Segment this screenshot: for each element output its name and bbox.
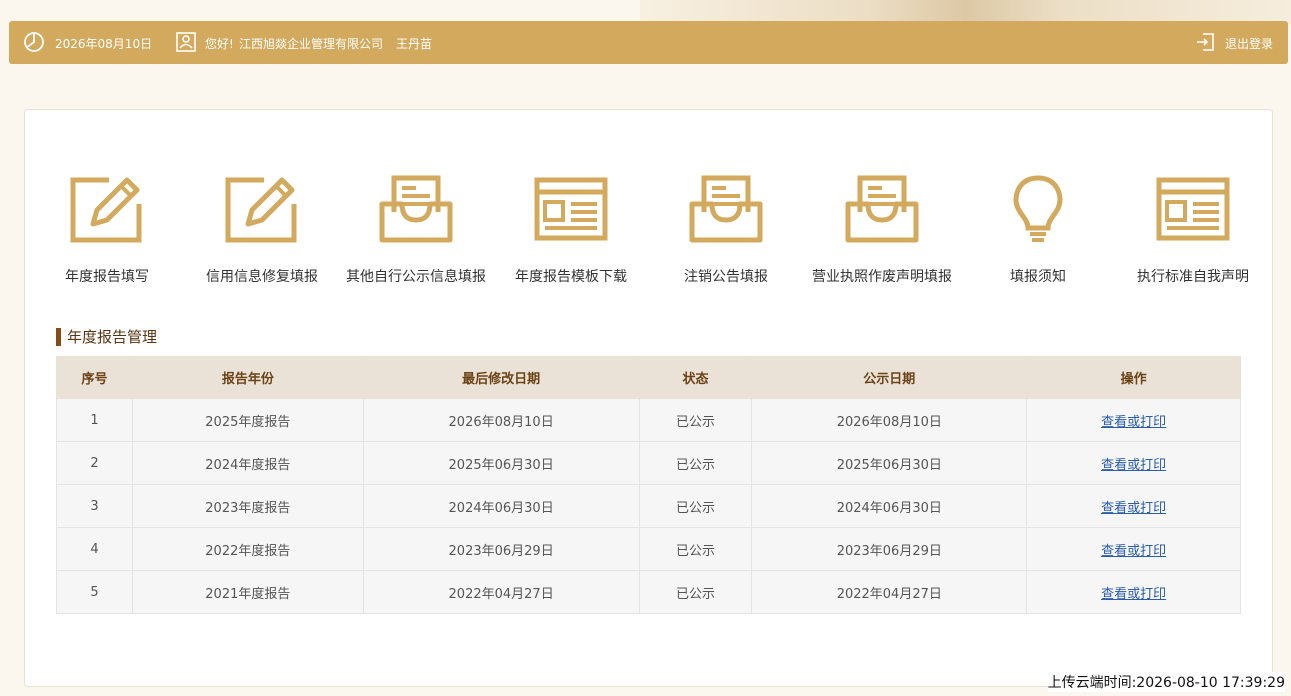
view-print-link[interactable]: 查看或打印 [1101,501,1166,516]
cell-no: 5 [56,570,133,614]
cell-action: 查看或打印 [1026,527,1241,571]
tool-standard-declaration[interactable]: 执行标准自我声明 [1113,174,1273,294]
logout-icon[interactable] [1195,31,1217,53]
cell-no: 3 [56,484,133,528]
table-row: 1 2025年度报告 2026年08月10日 已公示 2026年08月10日 查… [56,398,1241,442]
header-status: 状态 [638,356,753,399]
header-published: 公示日期 [751,356,1028,399]
upload-timestamp: 上传云端时间:2026-08-10 17:39:29 [1047,672,1285,692]
table-row: 2 2024年度报告 2025年06月30日 已公示 2025年06月30日 查… [56,441,1241,485]
view-print-link[interactable]: 查看或打印 [1101,587,1166,602]
cell-year: 2025年度报告 [131,398,364,442]
cell-modified: 2022年04月27日 [362,570,640,614]
current-date: 2026年08月10日 [55,37,153,51]
lightbulb-icon [1013,175,1063,242]
cell-status: 已公示 [638,570,753,614]
cell-action: 查看或打印 [1026,570,1241,614]
cell-modified: 2024年06月30日 [362,484,640,528]
top-bar: 2026年08月10日 您好! 江西旭燚企业管理有限公司 王丹苗 退出登录 [9,21,1288,64]
main-card: 年度报告填写 信用信息修复填报 其他自行公示信息填报 年度报告模板下载 注销公告… [24,109,1273,687]
table-row: 3 2023年度报告 2024年06月30日 已公示 2024年06月30日 查… [56,484,1241,528]
tool-label: 执行标准自我声明 [1137,269,1249,285]
cell-year: 2022年度报告 [131,527,364,571]
cell-year: 2021年度报告 [131,570,364,614]
annual-report-table: 序号 报告年份 最后修改日期 状态 公示日期 操作 1 2025年度报告 202… [56,356,1241,614]
cell-action: 查看或打印 [1026,441,1241,485]
header-modified: 最后修改日期 [362,356,640,399]
cell-action: 查看或打印 [1026,484,1241,528]
cell-published: 2022年04月27日 [751,570,1028,614]
cell-status: 已公示 [638,527,753,571]
user-name: 王丹苗 [396,37,433,51]
header-no: 序号 [56,356,133,399]
cell-modified: 2025年06月30日 [362,441,640,485]
view-print-link[interactable]: 查看或打印 [1101,458,1166,473]
cell-published: 2025年06月30日 [751,441,1028,485]
user-icon [175,31,197,53]
cell-year: 2023年度报告 [131,484,364,528]
cell-no: 1 [56,398,133,442]
template-icon [534,177,608,241]
greeting: 您好! [205,37,234,51]
header-action: 操作 [1026,356,1241,399]
cell-status: 已公示 [638,441,753,485]
cell-no: 2 [56,441,133,485]
edit-icon [225,177,297,243]
inbox-icon [379,175,453,243]
table-header-row: 序号 报告年份 最后修改日期 状态 公示日期 操作 [56,356,1241,399]
cell-year: 2024年度报告 [131,441,364,485]
inbox-icon [689,175,763,243]
company-name: 江西旭燚企业管理有限公司 [239,37,384,51]
view-print-link[interactable]: 查看或打印 [1101,544,1166,559]
table-row: 5 2021年度报告 2022年04月27日 已公示 2022年04月27日 查… [56,570,1241,614]
cell-status: 已公示 [638,398,753,442]
template-icon [1156,177,1230,241]
header-year: 报告年份 [131,356,364,399]
cell-status: 已公示 [638,484,753,528]
view-print-link[interactable]: 查看或打印 [1101,415,1166,430]
cell-published: 2024年06月30日 [751,484,1028,528]
table-row: 4 2022年度报告 2023年06月29日 已公示 2023年06月29日 查… [56,527,1241,571]
cell-no: 4 [56,527,133,571]
cell-modified: 2023年06月29日 [362,527,640,571]
cell-published: 2023年06月29日 [751,527,1028,571]
clock-icon [23,31,45,53]
logout-button[interactable]: 退出登录 [1225,35,1273,52]
cell-published: 2026年08月10日 [751,398,1028,442]
cell-action: 查看或打印 [1026,398,1241,442]
section-title: 年度报告管理 [56,328,157,346]
cell-modified: 2026年08月10日 [362,398,640,442]
edit-icon [70,177,142,243]
inbox-icon [845,175,919,243]
